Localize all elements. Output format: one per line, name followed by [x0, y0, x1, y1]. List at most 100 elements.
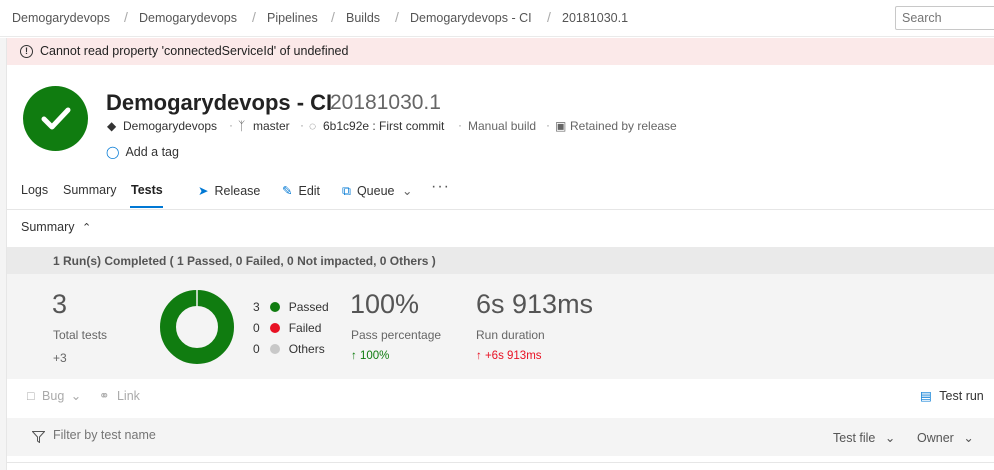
breadcrumb-item-pipelines[interactable]: Pipelines	[267, 11, 318, 25]
edit-button[interactable]: ✎ Edit	[282, 183, 320, 198]
filter-icon	[32, 431, 45, 443]
queue-button[interactable]: ⧉ Queue ⌄	[342, 183, 412, 199]
breadcrumb-item-builds[interactable]: Builds	[346, 11, 380, 25]
others-label: Others	[288, 342, 325, 356]
meta-separator: ·	[546, 118, 550, 132]
test-file-label: Test file	[833, 431, 876, 445]
others-count: 0	[253, 342, 260, 356]
checkmark-icon	[41, 107, 71, 130]
build-title: Demogarydevops - CI	[106, 90, 333, 115]
error-banner: ! Cannot read property 'connectedService…	[7, 38, 994, 65]
breadcrumb-item-organization[interactable]: Demogarydevops	[12, 11, 110, 25]
pencil-icon: ✎	[282, 184, 293, 198]
breadcrumb-item-project[interactable]: Demogarydevops	[139, 11, 237, 25]
runs-summary-text: 1 Run(s) Completed ( 1 Passed, 0 Failed,…	[53, 254, 436, 268]
commit-message[interactable]: 6b1c92e : First commit	[323, 119, 444, 133]
breadcrumb-item-build[interactable]: 20181030.1	[562, 11, 628, 25]
failed-label: Failed	[288, 321, 322, 335]
legend-others: 0 Others	[253, 342, 325, 356]
pass-percentage-value: 100%	[350, 289, 420, 319]
queue-label: Queue	[356, 184, 395, 198]
left-scroll-gutter	[0, 38, 7, 470]
tag-icon: ◯	[106, 145, 120, 159]
breadcrumb-separator: /	[124, 9, 128, 25]
breadcrumb: Demogarydevops / Demogarydevops / Pipeli…	[0, 0, 994, 37]
filter-bar: Test file ⌄ Owner ⌄	[7, 418, 994, 456]
queue-icon: ⧉	[342, 184, 351, 198]
build-number: 20181030.1	[330, 91, 441, 114]
branch-name[interactable]: master	[253, 119, 290, 133]
more-actions-button[interactable]: ···	[431, 178, 450, 196]
results-toolbar: □ Bug ⌄ ⚭ Link ▤ Test run	[7, 380, 994, 410]
meta-separator: ·	[300, 118, 304, 132]
link-icon: ⚭	[99, 389, 110, 403]
list-icon: ▤	[920, 389, 932, 403]
run-duration-delta: ↑ +6s 913ms	[476, 350, 542, 362]
failed-count: 0	[253, 321, 260, 335]
breadcrumb-separator: /	[547, 9, 551, 25]
release-button[interactable]: ➤ Release	[198, 183, 260, 198]
owner-dropdown[interactable]: Owner ⌄	[917, 430, 974, 445]
retention-status: Retained by release	[570, 119, 677, 133]
tab-logs[interactable]: Logs	[21, 183, 48, 197]
meta-separator: ·	[229, 118, 233, 132]
test-stats-panel: 3 Total tests +3 3 Passed 0 Failed 0 Oth…	[7, 274, 994, 379]
legend-failed: 0 Failed	[253, 321, 321, 335]
repo-name[interactable]: Demogarydevops	[123, 119, 217, 133]
total-tests-label: Total tests	[53, 328, 108, 342]
bug-label: Bug	[42, 389, 65, 403]
pass-percentage-delta-value: 100%	[359, 350, 390, 362]
tab-tests[interactable]: Tests	[131, 183, 163, 197]
run-duration-delta-value: +6s 913ms	[484, 350, 542, 362]
add-tag-label: Add a tag	[125, 145, 179, 159]
test-run-groupby-button[interactable]: ▤ Test run	[920, 388, 984, 403]
breadcrumb-item-pipeline[interactable]: Demogarydevops - CI	[410, 11, 532, 25]
error-message: Cannot read property 'connectedServiceId…	[40, 44, 349, 58]
pass-percentage-delta: ↑ 100%	[351, 350, 389, 362]
passed-label: Passed	[288, 300, 329, 314]
active-tab-indicator	[130, 206, 163, 208]
runs-summary-bar: 1 Run(s) Completed ( 1 Passed, 0 Failed,…	[7, 247, 994, 274]
passed-dot-icon	[270, 302, 281, 312]
search-input[interactable]	[895, 6, 994, 30]
run-duration-value: 6s 913ms	[476, 289, 594, 319]
run-duration-label: Run duration	[476, 328, 545, 342]
bug-icon: □	[27, 389, 35, 403]
arrow-up-icon: ↑	[476, 350, 482, 362]
rocket-icon: ➤	[198, 184, 209, 198]
breadcrumb-separator: /	[331, 9, 335, 25]
divider	[7, 209, 994, 210]
chevron-down-icon: ⌄	[963, 431, 974, 445]
edit-label: Edit	[298, 184, 321, 198]
commit-icon: ◌	[309, 119, 317, 133]
add-tag-button[interactable]: ◯ Add a tag	[106, 145, 179, 159]
trigger-reason: Manual build	[468, 119, 537, 133]
breadcrumb-separator: /	[252, 9, 256, 25]
lock-icon: ▣	[555, 119, 567, 133]
breadcrumb-separator: /	[395, 9, 399, 25]
test-run-label: Test run	[939, 389, 984, 403]
filter-by-test-name-input[interactable]	[53, 428, 353, 442]
divider	[7, 462, 994, 463]
repo-icon: ◆	[107, 119, 117, 133]
release-label: Release	[214, 184, 261, 198]
branch-icon: ᛉ	[238, 119, 246, 133]
build-status-icon	[23, 86, 88, 151]
tab-summary[interactable]: Summary	[63, 183, 116, 197]
total-tests-value: 3	[52, 289, 68, 319]
owner-label: Owner	[917, 431, 954, 445]
summary-label: Summary	[21, 220, 75, 234]
summary-toggle[interactable]: Summary ⌃	[21, 220, 91, 234]
test-file-dropdown[interactable]: Test file ⌄	[833, 430, 895, 445]
bug-button[interactable]: □ Bug ⌄	[27, 388, 81, 403]
chevron-down-icon: ⌄	[70, 389, 82, 403]
chevron-up-icon: ⌃	[81, 222, 92, 234]
passed-count: 3	[253, 300, 260, 314]
others-dot-icon	[270, 344, 281, 354]
failed-dot-icon	[270, 323, 281, 333]
link-button[interactable]: ⚭ Link	[99, 388, 140, 403]
pass-percentage-label: Pass percentage	[351, 328, 442, 342]
chevron-down-icon: ⌄	[884, 431, 896, 445]
info-icon: !	[20, 45, 33, 58]
meta-separator: ·	[458, 118, 462, 132]
